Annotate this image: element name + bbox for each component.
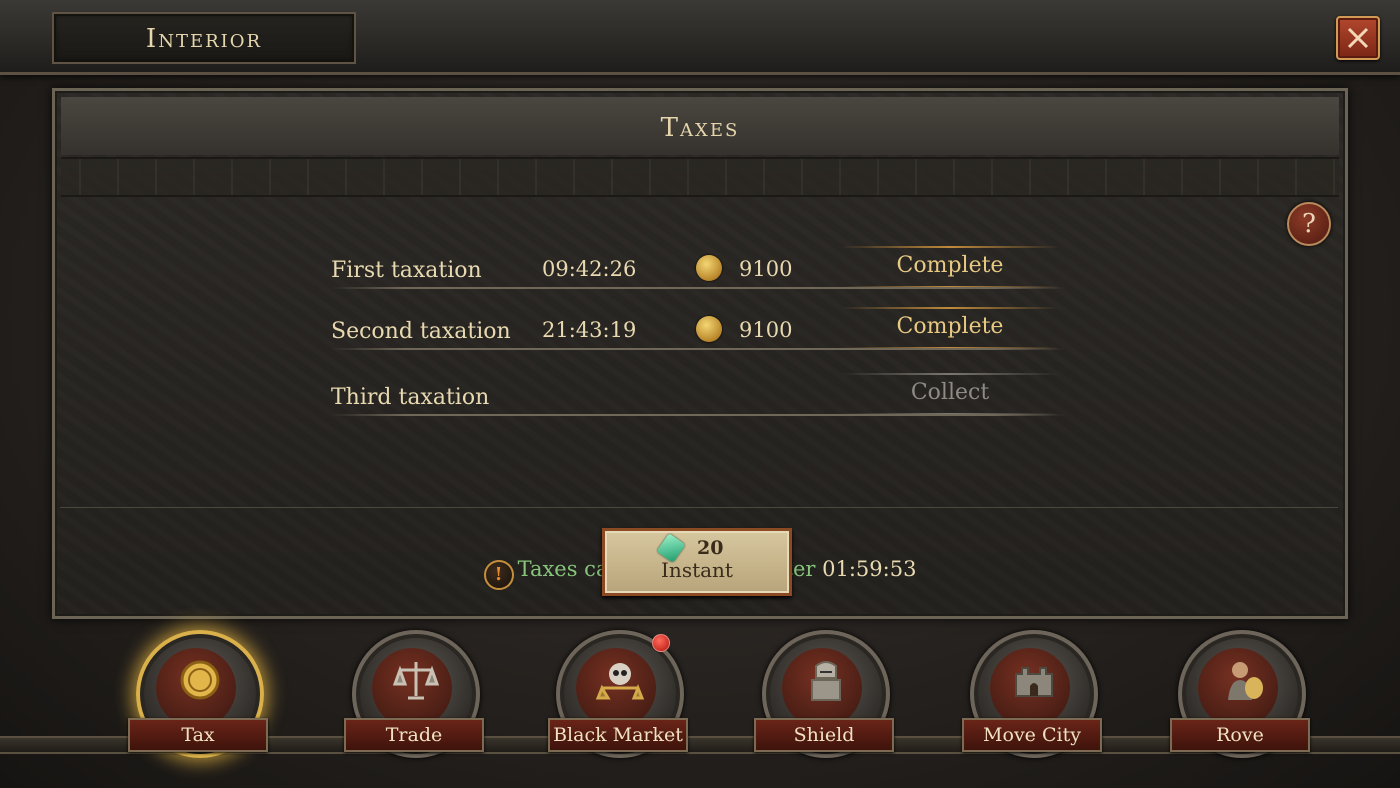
warning-icon: ! xyxy=(483,560,514,590)
window-title: Interior xyxy=(145,24,263,54)
row-divider xyxy=(331,287,1066,289)
panel-title: Taxes xyxy=(660,113,740,143)
coin-icon xyxy=(180,660,220,700)
close-icon xyxy=(1347,27,1369,49)
nav-label: Rove xyxy=(1170,718,1310,752)
traveler-icon xyxy=(1228,662,1263,700)
tax-row-time: 21:43:19 xyxy=(542,318,637,342)
gold-coin-icon xyxy=(696,255,722,281)
fortress-icon xyxy=(1015,667,1053,697)
panel-separator xyxy=(60,507,1338,508)
nav-tax[interactable]: Tax xyxy=(128,630,268,778)
nav-rove[interactable]: Rove xyxy=(1170,630,1310,778)
tax-row-first: First taxation 09:42:26 9100 Complete xyxy=(331,233,1066,289)
complete-status: Complete xyxy=(841,246,1059,288)
nav-black-market[interactable]: Black Market xyxy=(548,630,688,778)
nav-label: Move City xyxy=(962,718,1102,752)
tax-row-second: Second taxation 21:43:19 9100 Complete xyxy=(331,294,1066,350)
knight-icon xyxy=(811,661,841,701)
row-divider xyxy=(331,348,1066,350)
tax-row-amount: 9100 xyxy=(739,318,793,342)
skull-scales-icon xyxy=(596,663,644,700)
tax-row-amount: 9100 xyxy=(739,257,793,281)
tax-row-label: First taxation xyxy=(331,258,482,283)
gold-coin-icon xyxy=(696,316,722,342)
collect-button[interactable]: Collect xyxy=(841,373,1059,415)
nav-label: Trade xyxy=(344,718,484,752)
decorative-band xyxy=(61,157,1339,197)
complete-status: Complete xyxy=(841,307,1059,349)
nav-shield[interactable]: Shield xyxy=(754,630,894,778)
top-bar: Interior xyxy=(0,0,1400,75)
nav-label: Black Market xyxy=(548,718,688,752)
tax-row-time: 09:42:26 xyxy=(542,257,637,281)
scales-icon xyxy=(392,662,440,700)
row-divider xyxy=(331,414,1066,416)
nav-trade[interactable]: Trade xyxy=(344,630,484,778)
notification-badge xyxy=(652,634,670,652)
nav-label: Shield xyxy=(754,718,894,752)
panel-header: Taxes xyxy=(61,97,1339,155)
title-plate: Interior xyxy=(52,12,356,64)
help-button[interactable]: ? xyxy=(1287,202,1331,246)
tax-row-label: Second taxation xyxy=(331,319,511,344)
close-button[interactable] xyxy=(1336,16,1380,60)
nav-label: Tax xyxy=(128,718,268,752)
instant-label: Instant xyxy=(661,558,733,582)
tax-row-label: Third taxation xyxy=(331,385,490,410)
notice-countdown: 01:59:53 xyxy=(822,557,917,581)
instant-button[interactable]: 20 Instant xyxy=(602,528,792,596)
tax-row-third: Third taxation Collect xyxy=(331,360,1066,416)
nav-move-city[interactable]: Move City xyxy=(962,630,1102,778)
gem-cost: 20 xyxy=(697,537,724,559)
